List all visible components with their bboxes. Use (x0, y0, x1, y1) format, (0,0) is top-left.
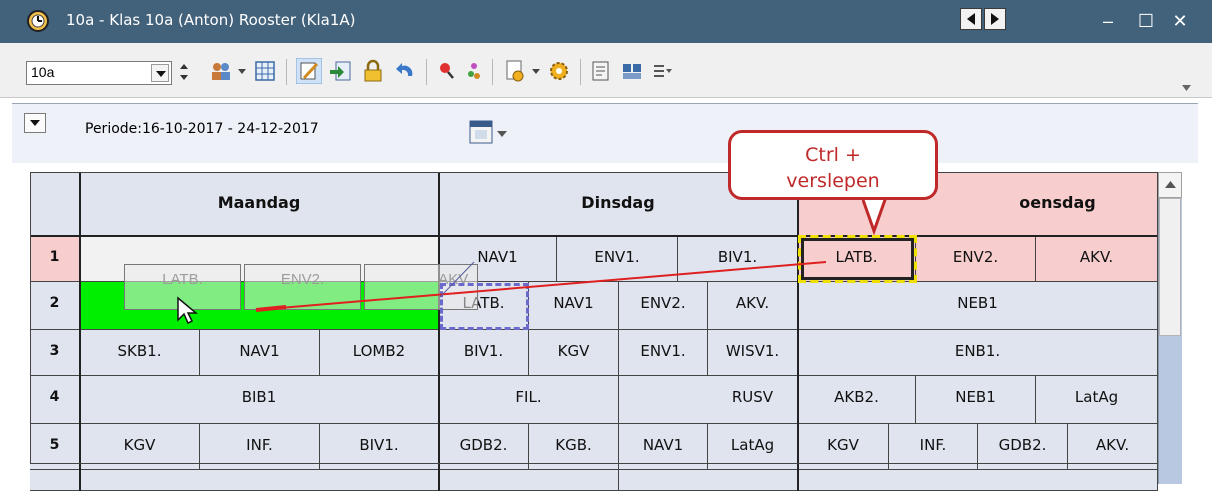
callout-line-2: verslepen (786, 170, 880, 192)
callout-line-1: Ctrl + (805, 144, 861, 166)
mouse-pointer-icon (177, 296, 198, 325)
callout-tail (862, 195, 889, 235)
instruction-callout: Ctrl + verslepen (728, 130, 938, 200)
drag-line-overlay (255, 261, 827, 312)
